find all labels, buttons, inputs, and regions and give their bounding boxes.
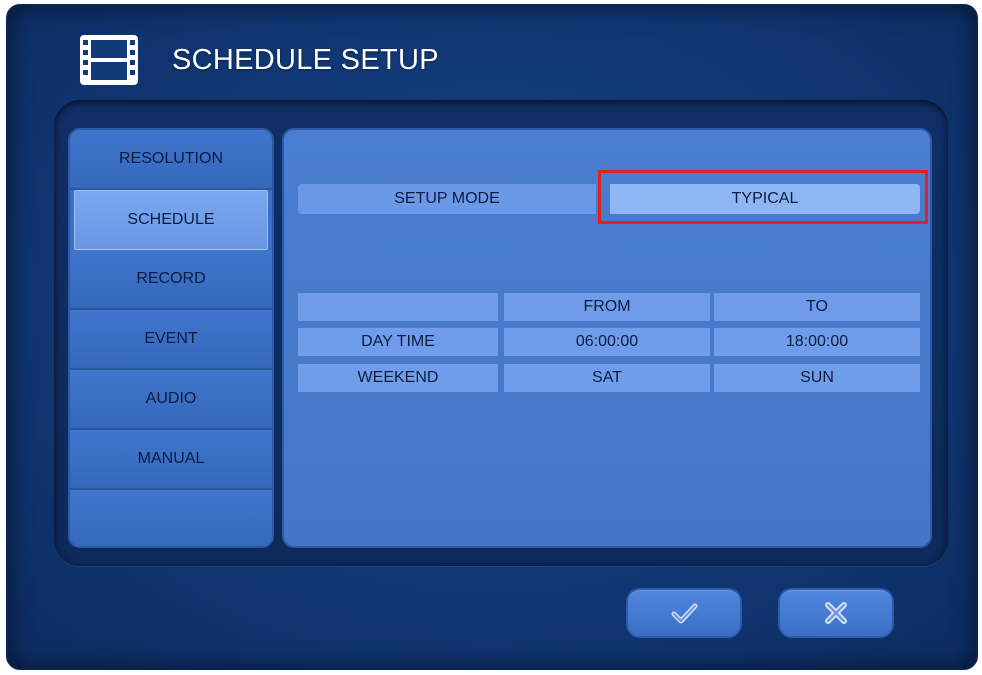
sidebar-item-record[interactable]: RECORD [70,250,272,310]
table-header-to: TO [714,293,920,321]
sidebar-item-audio[interactable]: AUDIO [70,370,272,430]
table-header-empty [298,293,498,321]
weekend-from-field[interactable]: SAT [504,364,710,392]
sidebar-item-manual[interactable]: MANUAL [70,430,272,490]
cancel-button[interactable] [778,588,894,638]
sidebar: RESOLUTION SCHEDULE RECORD EVENT AUDIO M… [68,128,274,548]
sidebar-item-empty [70,490,272,546]
daytime-to-field[interactable]: 18:00:00 [714,328,920,356]
setup-mode-select[interactable]: TYPICAL [610,184,920,214]
checkmark-icon [671,603,698,624]
weekend-row-label: WEEKEND [298,364,498,392]
daytime-from-field[interactable]: 06:00:00 [504,328,710,356]
table-header-from: FROM [504,293,710,321]
film-icon [80,35,138,85]
setup-mode-label: SETUP MODE [298,184,596,214]
weekend-to-field[interactable]: SUN [714,364,920,392]
daytime-row-label: DAY TIME [298,328,498,356]
sidebar-item-resolution[interactable]: RESOLUTION [70,130,272,190]
schedule-content-panel: SETUP MODE TYPICAL FROM TO DAY TIME 06:0… [282,128,932,548]
sidebar-item-schedule[interactable]: SCHEDULE [74,190,268,250]
page-title: SCHEDULE SETUP [172,43,439,76]
header: SCHEDULE SETUP [78,28,439,92]
x-icon [825,602,847,624]
confirm-button[interactable] [626,588,742,638]
sidebar-item-event[interactable]: EVENT [70,310,272,370]
